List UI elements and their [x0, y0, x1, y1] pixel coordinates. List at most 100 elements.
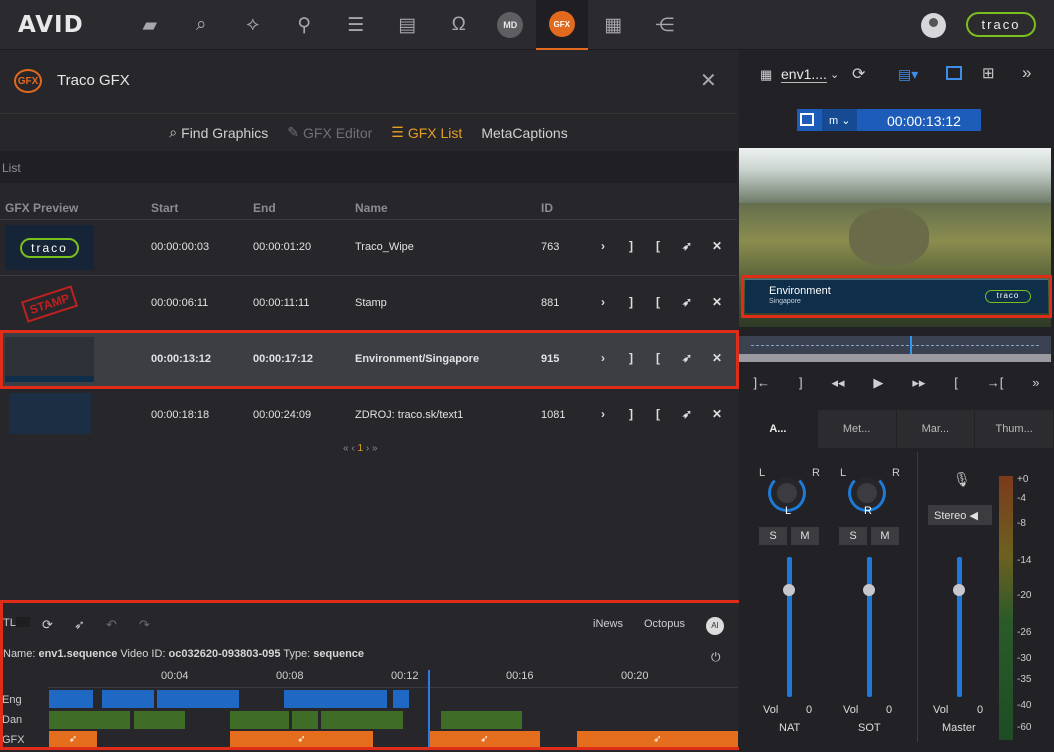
table-row[interactable]: traco 00:00:00:03 00:00:01:20 Traco_Wipe… [0, 219, 737, 274]
film-icon[interactable]: ▦ [588, 0, 640, 50]
keyboard-icon: ▦ [760, 67, 773, 82]
mark-in-icon[interactable]: [ [656, 295, 660, 309]
md-icon[interactable]: MD [485, 0, 537, 50]
mark-in-icon[interactable]: [ [954, 375, 958, 391]
col-preview: GFX Preview [5, 201, 79, 215]
main-nav: ▰ ⌕ ⟡ ⚲ ☰ ▤ Ω MD GFX ▦ ⋲ [124, 0, 691, 50]
gfx-icon[interactable]: GFX [536, 0, 588, 50]
solo-button-sot[interactable]: S [839, 527, 867, 545]
collapse-icon[interactable]: » [1022, 63, 1031, 83]
video-frame-top [739, 148, 1051, 203]
tab-markers[interactable]: Mar... [897, 410, 976, 448]
pager: « ‹ 1 › » [343, 443, 378, 454]
fader-handle-nat[interactable] [783, 584, 795, 596]
clip-name[interactable]: env1.... [781, 66, 827, 83]
table-row[interactable]: 00:00:18:18 00:00:24:09 ZDROJ: traco.sk/… [0, 387, 737, 442]
remove-icon[interactable]: ✕ [712, 239, 722, 253]
mark-out-icon[interactable]: ] [629, 295, 633, 309]
speaker-icon: ◀ [969, 510, 978, 522]
pager-last[interactable]: » [372, 443, 378, 454]
video-subject [849, 208, 929, 266]
inbox-icon[interactable]: ▤ [382, 0, 434, 50]
pencil-icon: ✎ [287, 124, 300, 140]
remove-icon[interactable]: ✕ [712, 407, 722, 421]
player-icon[interactable] [946, 66, 962, 80]
tab-find-graphics[interactable]: ⌕ Find Graphics [169, 124, 268, 141]
fader-nat[interactable] [787, 557, 792, 697]
preview-thumb [9, 393, 91, 434]
tab-gfx-editor[interactable]: ✎ GFX Editor [287, 124, 372, 141]
mark-out-icon[interactable]: ] [629, 239, 633, 253]
more-icon[interactable]: » [1032, 375, 1039, 391]
tab-thumbnails[interactable]: Thum... [975, 410, 1054, 448]
frame-icon[interactable] [800, 113, 814, 126]
tab-gfx-list[interactable]: ☰ GFX List [391, 124, 462, 141]
fader-master[interactable] [957, 557, 962, 697]
scrub-track [739, 354, 1051, 362]
col-name: Name [355, 201, 388, 215]
mark-in-icon[interactable]: [ [656, 239, 660, 253]
rocket-icon[interactable]: ➶ [682, 239, 692, 253]
chevron-down-icon[interactable]: ⌄ [830, 68, 839, 81]
go-to-out-icon[interactable]: →[ [987, 375, 1004, 391]
pager-first[interactable]: « [343, 443, 349, 454]
rocket-icon[interactable]: ➶ [682, 295, 692, 309]
remove-icon[interactable]: ✕ [712, 295, 722, 309]
step-forward-icon[interactable]: ▸▸ [912, 375, 925, 391]
mute-button-nat[interactable]: M [791, 527, 819, 545]
preview-thumb: traco [5, 225, 94, 270]
go-to-in-icon[interactable]: ]← [753, 375, 770, 391]
gfx-tabs: ⌕ Find Graphics ✎ GFX Editor ☰ GFX List Met… [0, 113, 737, 151]
pager-next[interactable]: › [366, 443, 369, 454]
mute-button-sot[interactable]: M [871, 527, 899, 545]
folder-icon[interactable]: ▰ [124, 0, 176, 50]
tab-audio[interactable]: A... [739, 410, 818, 448]
play-icon[interactable]: › [601, 239, 605, 253]
server-icon[interactable]: ☰ [330, 0, 382, 50]
play-icon[interactable]: › [601, 295, 605, 309]
channel-label-master: Master [942, 722, 976, 734]
tab-metadata[interactable]: Met... [818, 410, 897, 448]
tab-metacaptions[interactable]: MetaCaptions [481, 125, 567, 141]
play-icon[interactable]: ▶ [873, 375, 883, 391]
headphones-icon[interactable]: Ω [433, 0, 485, 50]
stereo-button[interactable]: Stereo ◀ [928, 505, 992, 525]
scrub-bar[interactable] [739, 336, 1051, 362]
microphone-icon: 🎙 [953, 471, 971, 487]
table-row[interactable]: STAMP 00:00:06:11 00:00:11:11 Stamp 881 … [0, 275, 737, 330]
col-end: End [253, 201, 276, 215]
avatar[interactable] [921, 13, 946, 38]
col-start: Start [151, 201, 179, 215]
col-id: ID [541, 201, 553, 215]
fader-sot[interactable] [867, 557, 872, 697]
fader-handle-master[interactable] [953, 584, 965, 596]
pager-current[interactable]: 1 [357, 443, 363, 454]
step-back-icon[interactable]: ◂◂ [831, 375, 844, 391]
refresh-icon[interactable]: ⟳ [852, 64, 865, 84]
solo-button-nat[interactable]: S [759, 527, 787, 545]
avid-logo: AVID [18, 12, 84, 38]
list-icon: ☰ [391, 124, 404, 140]
divider [917, 452, 918, 742]
split-icon[interactable]: ⊞ [982, 64, 995, 82]
panel-title: Traco GFX [57, 72, 130, 89]
rocket-icon[interactable]: ➶ [682, 407, 692, 421]
mark-in-icon[interactable]: [ [656, 407, 660, 421]
timecode: 00:00:13:12 [887, 113, 961, 129]
layout-icon[interactable]: ▤▾ [898, 66, 918, 83]
preview-thumb: STAMP [5, 281, 94, 326]
traco-logo: traco [966, 12, 1036, 37]
mode-dropdown[interactable]: m ⌄ [822, 109, 857, 131]
highlight-selected-row [0, 330, 739, 389]
mark-out-icon[interactable]: ] [629, 407, 633, 421]
mark-out-icon[interactable]: ] [799, 375, 803, 391]
link-icon[interactable]: ⟡ [227, 0, 279, 50]
pager-prev[interactable]: ‹ [351, 443, 354, 454]
search-icon[interactable]: ⌕ [176, 0, 228, 50]
play-icon[interactable]: › [601, 407, 605, 421]
close-icon[interactable]: ✕ [700, 68, 717, 93]
person-icon[interactable]: ⚲ [279, 0, 331, 50]
top-bar: AVID ▰ ⌕ ⟡ ⚲ ☰ ▤ Ω MD GFX ▦ ⋲ traco [0, 0, 1054, 50]
share-icon[interactable]: ⋲ [639, 0, 691, 50]
fader-handle-sot[interactable] [863, 584, 875, 596]
